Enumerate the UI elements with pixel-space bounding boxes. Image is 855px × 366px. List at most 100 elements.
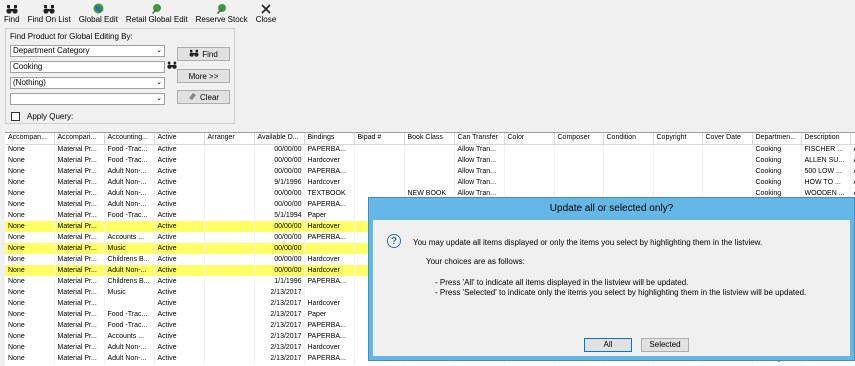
retail-global-edit-button[interactable]: Retail Global Edit xyxy=(122,0,192,24)
table-cell xyxy=(304,243,355,254)
column-header[interactable]: Composer xyxy=(554,133,604,145)
table-cell: 2/13/2017 xyxy=(254,353,305,364)
close-button[interactable]: Close xyxy=(252,0,280,24)
column-header[interactable]: Book Class xyxy=(404,133,455,145)
table-cell xyxy=(204,155,255,166)
column-header[interactable]: Description xyxy=(801,133,851,145)
column-header[interactable]: Accompan... xyxy=(54,133,105,145)
binoculars-icon xyxy=(43,3,55,14)
table-cell: A xyxy=(850,166,855,177)
column-header[interactable]: Accounting... xyxy=(104,133,155,145)
table-cell: Active xyxy=(154,265,205,276)
table-cell: Adult Non-... xyxy=(104,265,155,276)
selected-button[interactable]: Selected xyxy=(641,338,689,352)
table-cell: Material Pr... xyxy=(54,298,105,309)
column-header[interactable]: Available D... xyxy=(254,133,305,145)
column-header[interactable]: Cover Date xyxy=(702,133,753,145)
table-cell: HOW TO ... xyxy=(801,177,851,188)
field-select-1[interactable]: Department Category ⌄ xyxy=(10,45,165,57)
table-cell: None xyxy=(5,144,55,155)
table-cell: 2/13/2017 xyxy=(254,309,305,320)
table-cell: 2/13/2017 xyxy=(254,287,305,298)
binoculars-icon[interactable] xyxy=(167,60,177,72)
table-cell: Material Pr... xyxy=(54,254,105,265)
table-cell: Active xyxy=(154,144,205,155)
table-cell xyxy=(204,320,255,331)
field-select-3[interactable]: (Nothing) ⌄ xyxy=(10,77,165,89)
column-header[interactable]: Departmen... xyxy=(752,133,802,145)
field-select-3-value: (Nothing) xyxy=(13,78,46,87)
table-cell xyxy=(104,221,155,232)
column-header[interactable]: Color xyxy=(504,133,555,145)
table-cell: 2/13/2017 xyxy=(254,298,305,309)
field-select-4[interactable]: ⌄ xyxy=(10,93,165,105)
table-cell: Paper xyxy=(304,210,355,221)
clear-button[interactable]: Clear xyxy=(177,90,230,104)
table-cell: None xyxy=(5,254,55,265)
column-header[interactable]: Can Transfer xyxy=(454,133,505,145)
table-cell xyxy=(554,177,604,188)
global-edit-button[interactable]: Global Edit xyxy=(75,0,122,24)
table-row[interactable]: None Material Pr... Food -Trac... Active 00/… xyxy=(5,155,855,166)
table-cell: None xyxy=(5,309,55,320)
table-cell: Active xyxy=(154,210,205,221)
table-cell: Material Pr... xyxy=(54,265,105,276)
table-cell: Food -Trac... xyxy=(104,144,155,155)
table-row[interactable]: None Material Pr... Food -Trac... Active 00/… xyxy=(5,144,855,155)
column-header[interactable]: Active xyxy=(154,133,205,145)
table-cell: Cooking xyxy=(752,144,802,155)
find-panel: Find Product for Global Editing By: Depa… xyxy=(5,28,235,124)
table-row[interactable]: None Material Pr... Adult Non-... Active 9/1… xyxy=(5,177,855,188)
table-cell xyxy=(404,155,455,166)
table-cell: Food -Trac... xyxy=(104,210,155,221)
find-panel-find-button[interactable]: Find xyxy=(177,47,230,61)
table-cell: PAPERBA... xyxy=(304,199,355,210)
column-header[interactable]: Accompan... xyxy=(5,133,55,145)
table-cell: 00/00/00 xyxy=(254,144,305,155)
table-cell: Material Pr... xyxy=(54,177,105,188)
find-on-list-button[interactable]: Find On List xyxy=(24,0,75,24)
table-cell xyxy=(204,342,255,353)
column-header[interactable]: Bipad # xyxy=(354,133,405,145)
table-cell: 00/00/00 xyxy=(254,188,305,199)
table-cell xyxy=(603,166,654,177)
column-header[interactable]: Bindings xyxy=(304,133,355,145)
table-cell: Music xyxy=(104,243,155,254)
table-cell: Paper xyxy=(304,309,355,320)
table-cell: 2/13/2017 xyxy=(254,331,305,342)
all-button[interactable]: All xyxy=(584,338,632,352)
table-cell: None xyxy=(5,177,55,188)
table-cell: 00/00/00 xyxy=(254,232,305,243)
table-cell: Active xyxy=(154,254,205,265)
table-cell: Hardcover xyxy=(304,155,355,166)
table-cell xyxy=(702,166,753,177)
table-cell: Active xyxy=(154,320,205,331)
table-cell: Hardcover xyxy=(304,254,355,265)
table-cell: 00/00/00 xyxy=(254,199,305,210)
apply-query-checkbox[interactable] xyxy=(11,112,20,121)
table-cell: A xyxy=(850,155,855,166)
clear-label: Clear xyxy=(199,92,220,102)
panel-title: Find Product for Global Editing By: xyxy=(10,32,133,41)
global-edit-label: Global Edit xyxy=(78,15,118,24)
find-button[interactable]: Find xyxy=(0,0,24,24)
reserve-stock-button[interactable]: Reserve Stock xyxy=(192,0,252,24)
table-cell: None xyxy=(5,155,55,166)
table-cell: 00/00/00 xyxy=(254,155,305,166)
column-header[interactable]: Copyright xyxy=(653,133,703,145)
table-row[interactable]: None Material Pr... Adult Non-... Active 00/… xyxy=(5,166,855,177)
table-cell xyxy=(603,155,654,166)
table-cell: Material Pr... xyxy=(54,331,105,342)
table-cell: ALLEN SU... xyxy=(801,155,851,166)
dialog-message: You may update all items displayed or on… xyxy=(413,238,763,247)
more-button[interactable]: More >> xyxy=(177,69,230,83)
column-header[interactable]: Arranger xyxy=(204,133,255,145)
value-input[interactable]: Cooking xyxy=(10,61,165,73)
table-cell xyxy=(204,188,255,199)
table-cell: Adult Non-... xyxy=(104,342,155,353)
table-cell xyxy=(204,177,255,188)
column-header[interactable]: Condition xyxy=(603,133,654,145)
table-cell xyxy=(702,177,753,188)
table-cell: Material Pr... xyxy=(54,243,105,254)
column-header[interactable] xyxy=(850,133,855,145)
